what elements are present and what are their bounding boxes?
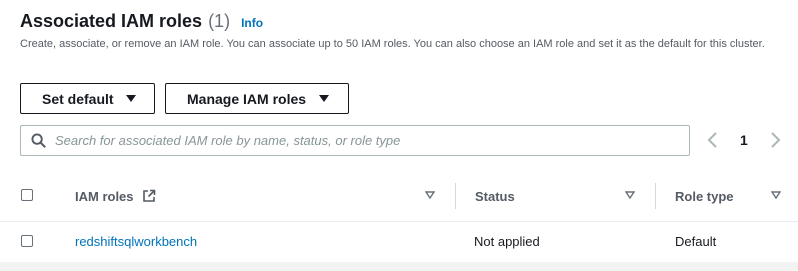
manage-iam-roles-button[interactable]: Manage IAM roles: [165, 83, 349, 114]
search-field[interactable]: [20, 125, 690, 156]
column-header-status[interactable]: Status: [475, 189, 515, 204]
row-checkbox[interactable]: [21, 235, 33, 247]
section-description: Create, associate, or remove an IAM role…: [20, 38, 765, 50]
manage-iam-roles-label: Manage IAM roles: [187, 90, 307, 107]
current-page[interactable]: 1: [740, 132, 748, 148]
search-icon: [31, 133, 46, 148]
table-footer-divider: [0, 262, 798, 271]
search-input[interactable]: [55, 126, 675, 155]
caret-down-icon: [319, 95, 330, 102]
chevron-left-icon[interactable]: [706, 131, 720, 149]
iam-role-link[interactable]: redshiftsqlworkbench: [75, 234, 197, 249]
set-default-button[interactable]: Set default: [20, 83, 155, 114]
role-count: (1): [208, 11, 231, 31]
sort-caret-icon[interactable]: [771, 191, 781, 199]
info-link[interactable]: Info: [241, 16, 263, 30]
column-divider: [655, 183, 656, 209]
sort-caret-icon[interactable]: [425, 191, 435, 199]
external-link-icon[interactable]: [142, 189, 156, 203]
table-header: IAM roles Status Role type: [0, 171, 798, 222]
column-header-role-type[interactable]: Role type: [675, 189, 734, 204]
table-row[interactable]: redshiftsqlworkbench Not applied Default: [0, 222, 798, 263]
sort-caret-icon[interactable]: [625, 191, 635, 199]
role-status: Not applied: [474, 234, 540, 249]
section-title: Associated IAM roles: [20, 11, 203, 31]
column-header-iam-roles[interactable]: IAM roles: [75, 189, 134, 204]
column-divider: [455, 183, 456, 209]
caret-down-icon: [125, 95, 136, 102]
select-all-checkbox[interactable]: [21, 189, 33, 201]
chevron-right-icon[interactable]: [768, 131, 782, 149]
section-header: Associated IAM roles (1) Info: [20, 11, 263, 32]
role-type: Default: [675, 234, 717, 249]
set-default-label: Set default: [42, 90, 114, 107]
